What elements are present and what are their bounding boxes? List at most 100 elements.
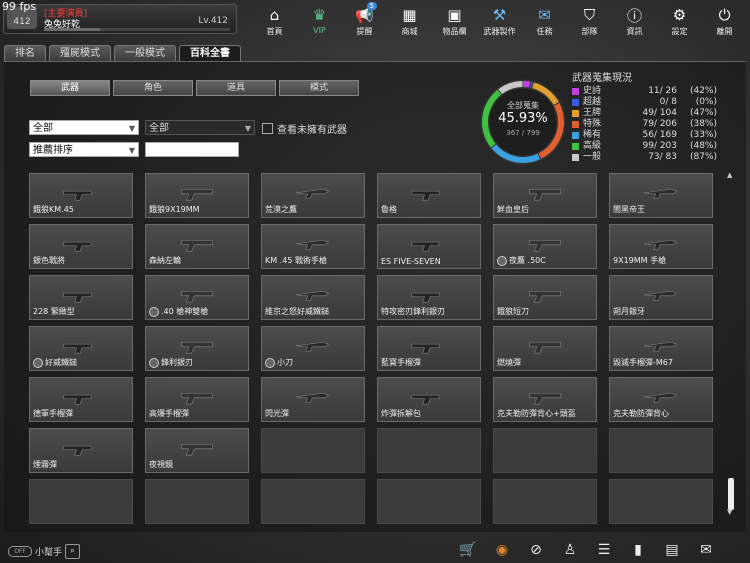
rarity-percent: (33%)	[689, 130, 717, 140]
nav-power[interactable]: ⏻ 離開	[702, 0, 747, 38]
main-tab[interactable]: 一般模式	[114, 45, 176, 62]
scroll-thumb[interactable]	[728, 478, 734, 510]
weapon-card[interactable]: 燃燒彈	[493, 326, 597, 371]
empty-slot	[29, 479, 133, 524]
weapon-card[interactable]: 煙霧彈	[29, 428, 133, 473]
cart-icon[interactable]: 🛒	[458, 541, 478, 559]
main-tabs: 排名 殭屍模式 一般模式 百科全書	[4, 45, 241, 62]
compass-icon[interactable]: ⊘	[526, 541, 546, 559]
main-tab[interactable]: 百科全書	[179, 45, 241, 62]
collection-count: 367 / 799	[506, 129, 540, 137]
weapon-name: 閃光彈	[265, 409, 289, 418]
weapon-image	[643, 392, 678, 403]
empty-slot	[493, 428, 597, 473]
unowned-checkbox[interactable]	[262, 123, 273, 134]
weapon-card[interactable]: 特攻密刃鋒利銀刃	[377, 275, 481, 320]
mail-icon[interactable]: ✉	[696, 541, 716, 559]
weapon-image	[529, 393, 561, 405]
weapon-card[interactable]: 閃光彈	[261, 377, 365, 422]
runner-icon[interactable]: ♙	[560, 541, 580, 559]
calendar-icon[interactable]: ▤	[662, 541, 682, 559]
weapon-card[interactable]: 小刀	[261, 326, 365, 371]
weapon-card[interactable]: 夜鷹 .50C	[493, 224, 597, 269]
weapon-card[interactable]: 9X19MM 手槍	[609, 224, 713, 269]
shield-icon: ⛉	[583, 6, 596, 24]
weapon-card[interactable]: 炸彈拆解包	[377, 377, 481, 422]
sub-tab[interactable]: 角色	[113, 80, 193, 96]
rarity-swatch	[572, 88, 579, 95]
coin-icon[interactable]: ◉	[492, 541, 512, 559]
nav-home[interactable]: ⌂ 首頁	[252, 0, 297, 38]
weapon-card[interactable]: 魯格	[377, 173, 481, 218]
weapon-card[interactable]: ES FIVE-SEVEN	[377, 224, 481, 269]
helper-search-icon[interactable]: ⌕	[65, 544, 81, 559]
nav-briefcase[interactable]: ▣ 物品欄	[432, 0, 477, 38]
sub-tab[interactable]: 武器	[30, 80, 110, 96]
weapon-card[interactable]: 森納左輪	[145, 224, 249, 269]
weapon-card[interactable]: 餓狼9X19MM	[145, 173, 249, 218]
scroll-up-icon[interactable]: ▲	[727, 171, 732, 179]
weapon-card[interactable]: 鋒利銀刃	[145, 326, 249, 371]
weapon-card[interactable]: 克夫勒防彈背心+頭盔	[493, 377, 597, 422]
subcategory-select[interactable]: 全部 ▼	[145, 120, 255, 135]
helper-toggle[interactable]: OFF	[8, 546, 32, 557]
scrollbar[interactable]: ▲ ▼	[727, 171, 735, 518]
player-profile[interactable]: 412 [主要演員] 兔兔好乾 Lv.412	[3, 4, 237, 34]
weapon-card[interactable]: 好威鐵鎚	[29, 326, 133, 371]
weapon-card[interactable]: 維京之怒好威鐵鎚	[261, 275, 365, 320]
top-navigation: ⌂ 首頁 ♛ VIP 📢 提醒 5 ▦ 商城 ▣ 物品欄 ⚒ 武器製作 ✉ 任務 ⛉ 部隊 ⓘ 資訊 ⚙ 設定 ⏻ 離開	[252, 0, 750, 38]
weapon-image	[63, 292, 92, 303]
sub-tab[interactable]: 模式	[279, 80, 359, 96]
weapon-card[interactable]: 餓狼KM.45	[29, 173, 133, 218]
unowned-checkbox-label: 查看未擁有武器	[277, 125, 347, 136]
nav-label: 首頁	[266, 27, 283, 36]
rarity-percent: (47%)	[689, 108, 717, 118]
search-input[interactable]	[145, 142, 239, 157]
sort-select[interactable]: 推薦排序 ▼	[29, 142, 139, 157]
weapon-name: 德軍手榴彈	[33, 409, 73, 418]
nav-info[interactable]: ⓘ 資訊	[612, 0, 657, 38]
nav-weapon-craft[interactable]: ⚒ 武器製作	[477, 0, 522, 38]
nav-megaphone[interactable]: 📢 提醒 5	[342, 0, 387, 38]
weapon-card[interactable]: 夜視鏡	[145, 428, 249, 473]
rarity-name: 稀有	[583, 130, 602, 140]
weapon-name: 朔月銀牙	[613, 307, 645, 316]
weapon-card[interactable]: 高爆手榴彈	[145, 377, 249, 422]
rarity-name: 一般	[583, 152, 602, 162]
weapon-card[interactable]: 銀色戰將	[29, 224, 133, 269]
weapon-card[interactable]: 毀滅手榴彈-M67	[609, 326, 713, 371]
weapon-card[interactable]: 餓狼短刀	[493, 275, 597, 320]
weapon-image	[63, 343, 92, 354]
weapon-image	[181, 444, 213, 456]
nav-shop[interactable]: ▦ 商城	[387, 0, 432, 38]
collection-row: 特殊 79/ 206 (38%)	[572, 119, 732, 130]
main-tab[interactable]: 殭屍模式	[49, 45, 111, 62]
weapon-card[interactable]: 朔月銀牙	[609, 275, 713, 320]
exp-bar	[44, 28, 230, 31]
weapon-card[interactable]: 荒漠之鷹	[261, 173, 365, 218]
weapon-card[interactable]: 228 緊緻型	[29, 275, 133, 320]
weapon-name: 森納左輪	[149, 256, 181, 265]
scroll-down-icon[interactable]: ▼	[727, 508, 732, 516]
rarity-count: 0/ 8	[659, 97, 677, 107]
checklist-icon[interactable]: ☰	[594, 541, 614, 559]
weapon-card[interactable]: 鮮血皇后	[493, 173, 597, 218]
empty-slot	[609, 479, 713, 524]
sub-tab[interactable]: 道具	[196, 80, 276, 96]
nav-label: 提醒	[356, 27, 373, 36]
nav-ticket[interactable]: ✉ 任務	[522, 0, 567, 38]
weapon-card[interactable]: 闇黑帝王	[609, 173, 713, 218]
weapon-name: 銀色戰將	[33, 256, 65, 265]
weapon-card[interactable]: KM .45 戰術手槍	[261, 224, 365, 269]
nav-crown[interactable]: ♛ VIP	[297, 0, 342, 38]
weapon-card[interactable]: .40 槍神雙槍	[145, 275, 249, 320]
category-select[interactable]: 全部 ▼	[29, 120, 139, 135]
weapon-card[interactable]: 藍寶手榴彈	[377, 326, 481, 371]
nav-shield[interactable]: ⛉ 部隊	[567, 0, 612, 38]
weapon-card[interactable]: 德軍手榴彈	[29, 377, 133, 422]
nav-gear[interactable]: ⚙ 設定	[657, 0, 702, 38]
weapon-card[interactable]: 克夫勒防彈背心	[609, 377, 713, 422]
book-icon[interactable]: ▮	[628, 541, 648, 559]
main-tab[interactable]: 排名	[4, 45, 46, 62]
weapon-name: 鋒利銀刃	[161, 358, 193, 367]
